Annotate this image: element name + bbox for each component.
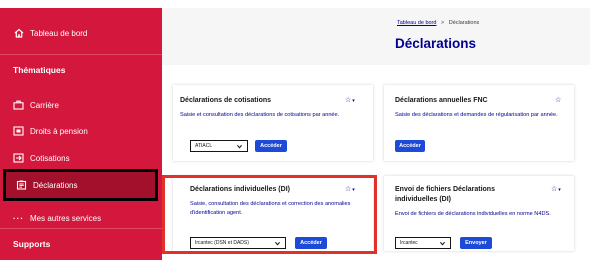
home-icon	[13, 28, 24, 39]
chevron-down-icon[interactable]: ▾	[558, 187, 561, 193]
pension-icon	[13, 126, 24, 137]
sidebar-section-supports[interactable]: Supports	[13, 239, 50, 249]
favorite-star-icon[interactable]: ☆	[555, 96, 561, 104]
chevron-down-icon	[440, 241, 445, 246]
card-description: Envoi de fichiers de déclarations indivi…	[395, 211, 551, 217]
envoyer-button[interactable]: Envoyer	[460, 237, 492, 249]
card-title: Envoi de fichiers Déclarations individue…	[395, 186, 495, 203]
breadcrumb-link-tableau-de-bord[interactable]: Tableau de bord	[397, 20, 436, 26]
acceder-button[interactable]: Accéder	[295, 237, 327, 249]
chevron-down-icon	[237, 144, 242, 149]
chevron-down-icon	[275, 241, 280, 246]
organism-select[interactable]: Ircantec (DSN et DADS)	[190, 237, 286, 249]
briefcase-icon	[13, 100, 24, 111]
page-header	[162, 8, 590, 65]
favorite-star-icon[interactable]: ☆▾	[345, 96, 355, 104]
sidebar-item-label: Droits à pension	[30, 126, 88, 136]
cotisations-icon	[13, 153, 24, 164]
sidebar-item-label: Déclarations	[33, 180, 78, 190]
select-value: Ircantec (DSN et DADS)	[195, 240, 249, 246]
chevron-down-icon[interactable]: ▾	[352, 187, 355, 193]
card-description: Saisie des déclarations et demandes de r…	[395, 112, 558, 118]
card-title: Déclarations individuelles (DI)	[190, 186, 290, 193]
sidebar-item-label: Cotisations	[30, 153, 70, 163]
sidebar-item-label: Mes autres services	[30, 213, 102, 223]
card-title: Déclarations de cotisations	[180, 97, 272, 104]
declarations-icon	[16, 180, 27, 191]
breadcrumb-separator: >	[440, 20, 445, 26]
sidebar-item-label: Tableau de bord	[30, 28, 88, 38]
chevron-down-icon[interactable]: ▾	[352, 98, 355, 104]
favorite-star-icon[interactable]: ☆▾	[551, 185, 561, 193]
sidebar-divider	[0, 228, 162, 229]
sidebar-item-label: Carrière	[30, 100, 59, 110]
breadcrumb-current: Déclarations	[448, 20, 480, 26]
card-description: Saisie, consultation des déclarations et…	[190, 201, 351, 216]
more-dots-icon: ···	[13, 213, 24, 223]
sidebar-item-declarations[interactable]: Déclarations	[3, 169, 158, 201]
sidebar: Tableau de bord Thématiques Carrière Dro…	[0, 8, 162, 260]
breadcrumb: Tableau de bord > Déclarations	[397, 20, 479, 26]
sidebar-item-home[interactable]: Tableau de bord	[0, 18, 162, 48]
acceder-button[interactable]: Accéder	[255, 140, 287, 152]
organism-select[interactable]: Ircantec	[395, 237, 451, 249]
page-title: Déclarations	[395, 36, 477, 51]
card-description: Saisie et consultation des déclarations …	[180, 112, 340, 118]
sidebar-divider	[0, 54, 162, 55]
select-value: Ircantec	[400, 240, 418, 246]
select-value: ATIACL	[195, 143, 213, 149]
sidebar-section-thematiques: Thématiques	[13, 65, 66, 75]
favorite-star-icon[interactable]: ☆▾	[345, 185, 355, 193]
acceder-button[interactable]: Accéder	[395, 140, 425, 152]
sidebar-item-droits-a-pension[interactable]: Droits à pension	[0, 116, 162, 146]
card-title: Déclarations annuelles FNC	[395, 97, 488, 104]
organism-select[interactable]: ATIACL	[190, 140, 248, 152]
